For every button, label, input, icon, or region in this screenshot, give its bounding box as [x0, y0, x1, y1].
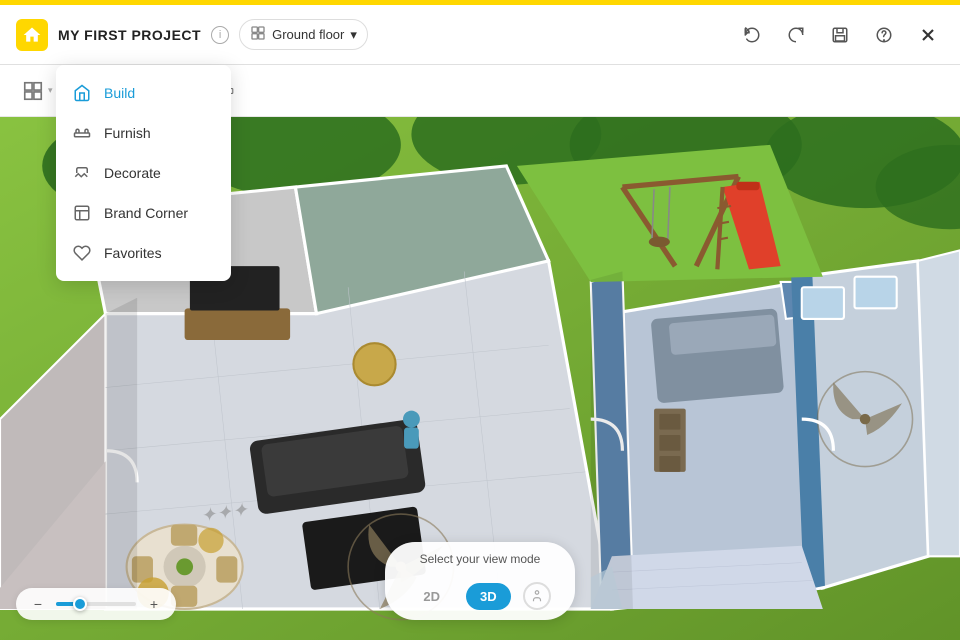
floor-selector-icon	[250, 25, 266, 44]
close-button[interactable]	[912, 19, 944, 51]
project-title: MY FIRST PROJECT	[58, 27, 201, 43]
dropdown-item-decorate[interactable]: Decorate	[56, 153, 231, 193]
header-right	[736, 19, 944, 51]
floor-chevron-icon: ▾	[350, 27, 357, 43]
zoom-controls: − +	[16, 588, 176, 620]
undo-button[interactable]	[736, 19, 768, 51]
zoom-slider[interactable]	[56, 602, 136, 606]
view-mode-panel: Select your view mode 2D 3D	[385, 542, 574, 620]
dropdown-menu: Build Furnish Decorate	[56, 65, 231, 281]
close-icon	[918, 25, 938, 45]
header: MY FIRST PROJECT i Ground floor ▾	[0, 5, 960, 65]
floorplan-icon	[22, 80, 44, 102]
furnish-icon-menu	[72, 123, 92, 143]
redo-icon	[787, 26, 805, 44]
top-accent-bar	[0, 0, 960, 5]
brand-corner-icon	[72, 203, 92, 223]
brand-corner-label: Brand Corner	[104, 205, 188, 221]
decorate-label: Decorate	[104, 165, 161, 181]
zoom-out-button[interactable]: −	[28, 594, 48, 614]
dropdown-item-build[interactable]: Build	[56, 73, 231, 113]
view-3d-extra-button[interactable]	[523, 582, 551, 610]
save-button[interactable]	[824, 19, 856, 51]
person-icon	[530, 589, 544, 603]
decorate-icon	[72, 163, 92, 183]
redo-button[interactable]	[780, 19, 812, 51]
view-2d-button[interactable]: 2D	[409, 583, 454, 610]
view-3d-button[interactable]: 3D	[466, 583, 511, 610]
brand-corner-icon-svg	[73, 204, 91, 222]
build-label: Build	[104, 85, 135, 101]
info-button[interactable]: i	[211, 26, 229, 44]
home-logo	[16, 19, 48, 51]
furnish-label: Furnish	[104, 125, 151, 141]
home-icon	[22, 25, 42, 45]
help-button[interactable]	[868, 19, 900, 51]
favorites-icon-svg	[73, 244, 91, 262]
zoom-in-button[interactable]: +	[144, 594, 164, 614]
dropdown-item-brand-corner[interactable]: Brand Corner	[56, 193, 231, 233]
furnish-menu-icon-svg	[73, 124, 91, 142]
dropdown-item-favorites[interactable]: Favorites	[56, 233, 231, 273]
view-mode-label: Select your view mode	[420, 552, 541, 566]
view-mode-buttons: 2D 3D	[409, 582, 550, 610]
save-icon	[831, 26, 849, 44]
decorate-icon-svg	[73, 164, 91, 182]
favorites-icon	[72, 243, 92, 263]
floor-label: Ground floor	[272, 27, 344, 42]
floors-icon	[250, 25, 266, 41]
help-icon	[875, 26, 893, 44]
floorplan-chevron-icon: ▾	[48, 85, 53, 96]
floor-selector[interactable]: Ground floor ▾	[239, 19, 368, 50]
favorites-label: Favorites	[104, 245, 162, 261]
undo-icon	[743, 26, 761, 44]
build-icon-svg	[73, 84, 91, 102]
dropdown-item-furnish[interactable]: Furnish	[56, 113, 231, 153]
header-left: MY FIRST PROJECT i Ground floor ▾	[16, 19, 736, 51]
zoom-slider-thumb[interactable]	[73, 597, 87, 611]
toolbar-floorplan[interactable]: ▾	[12, 74, 63, 108]
build-icon	[72, 83, 92, 103]
